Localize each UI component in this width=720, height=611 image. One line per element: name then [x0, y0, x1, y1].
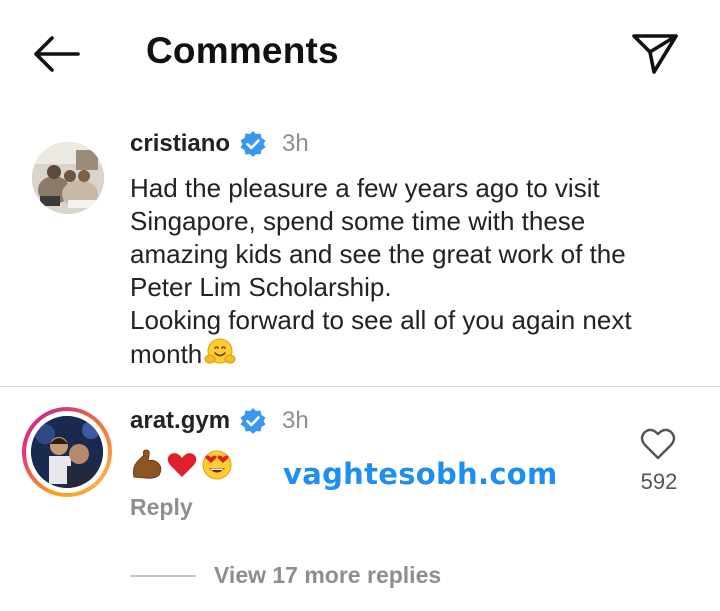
comment-timestamp: 3h [282, 407, 309, 434]
paper-plane-icon [632, 34, 678, 74]
avatar-photo [32, 142, 104, 214]
avatar[interactable] [32, 142, 104, 214]
avatar [31, 416, 103, 488]
view-replies-button[interactable]: View 17 more replies [130, 562, 441, 589]
watermark-text: vaghtesobh.com [283, 457, 558, 491]
verified-badge-icon [240, 408, 266, 434]
share-button[interactable] [630, 30, 680, 76]
red-heart-icon [167, 453, 197, 477]
like-button[interactable] [640, 427, 676, 461]
story-ring[interactable] [22, 407, 112, 497]
comment-header: arat.gym 3h [130, 407, 309, 435]
hugging-face-icon [204, 338, 236, 364]
heart-outline-icon [640, 428, 676, 460]
verified-badge-icon [240, 131, 266, 157]
back-button[interactable] [30, 34, 82, 74]
caption-username[interactable]: cristiano [130, 130, 230, 158]
comment-item: arat.gym 3h Reply vaghtesobh.com 592 Vie… [0, 387, 720, 611]
caption-header: cristiano 3h [130, 130, 309, 158]
heart-eyes-icon [202, 450, 232, 480]
replies-divider-line [130, 574, 196, 577]
comment-username[interactable]: arat.gym [130, 407, 230, 435]
caption-body: Had the pleasure a few years ago to visi… [130, 172, 690, 371]
comment-text [130, 449, 234, 481]
top-bar: Comments [0, 0, 720, 105]
reply-button[interactable]: Reply [130, 494, 193, 521]
arrow-left-icon [34, 36, 80, 72]
view-replies-label: View 17 more replies [214, 562, 442, 588]
like-count: 592 [640, 469, 678, 494]
caption-timestamp: 3h [282, 130, 309, 157]
post-caption: cristiano 3h Had the pleasure a few year… [0, 105, 720, 387]
page-title: Comments [146, 30, 339, 71]
flexed-biceps-icon [133, 449, 162, 479]
avatar-photo [31, 416, 103, 488]
